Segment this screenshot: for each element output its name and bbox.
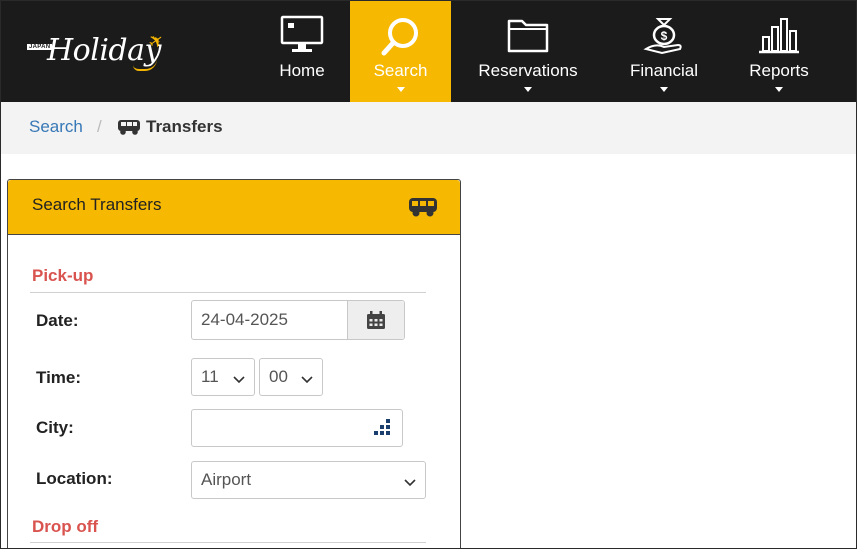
date-label: Date:	[36, 311, 79, 330]
breadcrumb-current: Transfers	[146, 117, 223, 136]
nav-reports-label: Reports	[749, 61, 809, 80]
nav-home-label: Home	[279, 61, 325, 80]
chevron-down-icon	[233, 371, 245, 389]
pickup-divider	[30, 292, 426, 293]
chevron-down-icon	[396, 87, 405, 92]
monitor-icon	[280, 15, 324, 60]
pickup-hour-value: 11	[201, 367, 219, 386]
pickup-location-value: Airport	[201, 470, 252, 489]
location-label: Location:	[36, 469, 113, 488]
logo-swoosh	[133, 59, 157, 71]
folder-icon	[506, 15, 550, 60]
breadcrumb-separator: /	[97, 117, 102, 136]
search-transfers-panel: Search Transfers Pick-up Date: 24-04-202…	[7, 179, 461, 548]
nav-financial-label: Financial	[629, 61, 699, 80]
bar-chart-icon	[757, 15, 801, 60]
svg-text:$: $	[661, 29, 668, 43]
top-navbar: JAPAN Holiday ✈ Home Search Reservations…	[1, 1, 856, 102]
autocomplete-icon	[374, 419, 390, 435]
nav-home[interactable]: Home	[259, 1, 345, 102]
bus-icon	[408, 197, 438, 222]
calendar-icon	[367, 311, 385, 329]
city-label: City:	[36, 418, 74, 437]
panel-title: Search Transfers	[32, 195, 162, 214]
nav-search[interactable]: Search	[350, 1, 451, 102]
pickup-city-input[interactable]	[191, 409, 403, 447]
time-label: Time:	[36, 368, 82, 387]
money-hand-icon: $	[642, 15, 686, 60]
pickup-date-field[interactable]: 24-04-2025	[191, 300, 405, 340]
app-window: JAPAN Holiday ✈ Home Search Reservations…	[0, 0, 857, 549]
pickup-date-value: 24-04-2025	[201, 310, 288, 329]
breadcrumb-search-link[interactable]: Search	[29, 117, 83, 137]
pickup-hour-select[interactable]: 11	[191, 358, 255, 396]
pickup-minute-value: 00	[269, 367, 288, 386]
dropoff-section-title: Drop off	[32, 517, 99, 536]
dropoff-divider	[30, 542, 426, 543]
nav-search-label: Search	[373, 61, 428, 80]
pickup-location-select[interactable]: Airport	[191, 461, 426, 499]
pickup-section-title: Pick-up	[32, 266, 94, 285]
holiday-logo[interactable]: JAPAN Holiday ✈	[23, 29, 173, 79]
chevron-down-icon	[660, 87, 668, 92]
nav-financial[interactable]: $ Financial	[615, 1, 713, 102]
nav-reservations-label: Reservations	[478, 61, 578, 80]
chevron-down-icon	[775, 87, 783, 92]
panel-header: Search Transfers	[8, 180, 460, 235]
chevron-down-icon	[524, 87, 532, 92]
chevron-down-icon	[404, 474, 416, 492]
search-icon	[379, 15, 423, 62]
pickup-minute-select[interactable]: 00	[259, 358, 323, 396]
calendar-button[interactable]	[347, 301, 404, 339]
nav-reports[interactable]: Reports	[736, 1, 822, 102]
nav-reservations[interactable]: Reservations	[463, 1, 593, 102]
breadcrumb: Search / Transfers	[1, 102, 856, 154]
chevron-down-icon	[301, 371, 313, 389]
bus-icon	[117, 118, 141, 141]
